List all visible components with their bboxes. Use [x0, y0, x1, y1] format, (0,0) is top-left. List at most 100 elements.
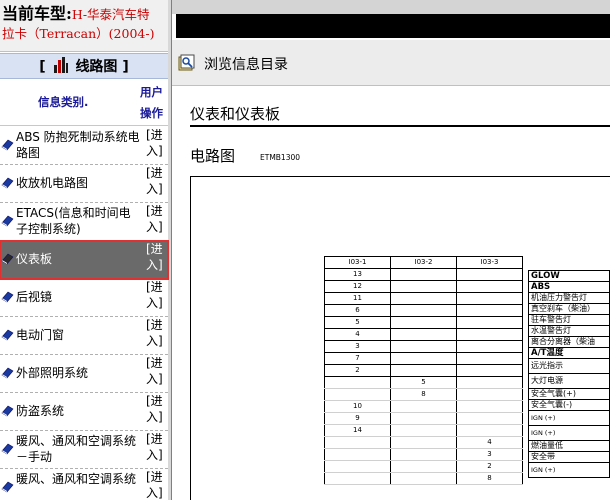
category-item[interactable]: 收放机电路图 [进 入] [0, 165, 168, 203]
connector-pin-cell: 10 [324, 400, 391, 413]
connector-row: 8 [324, 472, 523, 485]
category-item[interactable]: ETACS(信息和时间电子控制系统) [进 入] [0, 203, 168, 241]
connector-pin-cell [324, 436, 391, 449]
category-item-label[interactable]: 后视镜 [16, 290, 142, 306]
category-item-label[interactable]: 仪表板 [16, 252, 142, 268]
signal-label: IGN (+) [528, 425, 610, 441]
current-model-value-line2: 拉卡（Terracan）(2004-) [2, 26, 155, 41]
browse-toolbar: 浏览信息目录 [172, 40, 610, 86]
connector-pin-cell [390, 472, 457, 485]
book-icon [1, 291, 14, 303]
connector-row: 3 [324, 448, 523, 461]
enter-link-line1: [进 [146, 242, 163, 256]
browse-catalog-label[interactable]: 浏览信息目录 [204, 54, 288, 74]
connector-pin-cell: 4 [324, 328, 391, 341]
connector-header: I03-2 [390, 256, 457, 269]
connector-row: 8 [324, 388, 523, 401]
connector-row: 6 [324, 304, 523, 317]
category-item[interactable]: 暖风、通风和空调系统 [进 入] [0, 469, 168, 500]
signal-label: 驻车警告灯 [528, 314, 610, 326]
connector-pin-cell [456, 316, 523, 329]
connector-pin-cell: 5 [324, 316, 391, 329]
connector-pin-cell: 6 [324, 304, 391, 317]
connector-pin-cell [324, 472, 391, 485]
list-column-headers: 信息类别. 用户 操作 [0, 80, 168, 126]
connector-pin-cell [456, 388, 523, 401]
connector-pin-cell [390, 448, 457, 461]
category-item[interactable]: ABS 防抱死制动系统电路图 [进 入] [0, 127, 168, 165]
signal-label: 远光指示 [528, 358, 610, 374]
signal-label: 真空刹车（柴油） [528, 303, 610, 315]
enter-link[interactable]: [进 入] [146, 242, 166, 273]
enter-link[interactable]: [进 入] [146, 318, 166, 349]
enter-link-line2: 入] [146, 295, 163, 310]
connector-pin-cell [390, 436, 457, 449]
signal-row: IGN (+) [528, 462, 610, 478]
category-item[interactable]: 后视镜 [进 入] [0, 279, 168, 317]
category-item[interactable]: 电动门窗 [进 入] [0, 317, 168, 355]
enter-link-line1: [进 [146, 166, 163, 180]
connector-row: 9 [324, 412, 523, 425]
signal-row: 机油压力警告灯 [528, 292, 610, 304]
category-item[interactable]: 防盗系统 [进 入] [0, 393, 168, 431]
section-bracket-close: ] [122, 59, 129, 75]
category-item-label[interactable]: 防盗系统 [16, 404, 142, 420]
connector-pin-cell [390, 400, 457, 413]
book-icon [1, 481, 14, 493]
connector-pin-cell [390, 328, 457, 341]
signal-label: 安全气囊(+) [528, 388, 610, 400]
connector-pin-cell [390, 316, 457, 329]
signal-row: 安全带 [528, 451, 610, 463]
content-top-strip [172, 0, 610, 14]
enter-link[interactable]: [进 入] [146, 128, 166, 159]
connector-pin-cell [456, 424, 523, 437]
connector-pin-cell [324, 376, 391, 389]
connector-pin-cell [456, 364, 523, 377]
connector-row: 12 [324, 280, 523, 293]
category-item[interactable]: 外部照明系统 [进 入] [0, 355, 168, 393]
browse-catalog-icon[interactable] [178, 54, 196, 72]
document-title: 仪表和仪表板 [190, 105, 281, 123]
connector-pin-cell: 8 [390, 388, 457, 401]
content-pane: 浏览信息目录 仪表和仪表板 电路图 ETMB1300 I03-1 I03-2 I03… [172, 0, 610, 500]
enter-link[interactable]: [进 入] [146, 394, 166, 425]
category-item[interactable]: 仪表板 [进 入] [0, 240, 169, 280]
connector-row: 4 [324, 328, 523, 341]
connector-pin-cell: 2 [324, 364, 391, 377]
category-list: ABS 防抱死制动系统电路图 [进 入] 收放机电路图 [进 入] ETACS(信息和时间电… [0, 127, 169, 500]
connector-pin-cell [390, 280, 457, 293]
category-item-label[interactable]: ETACS(信息和时间电子控制系统) [16, 206, 142, 237]
diagram-code: ETMB1300 [260, 153, 301, 162]
enter-link[interactable]: [进 入] [146, 280, 166, 311]
category-item-label[interactable]: 暖风、通风和空调系统－手动 [16, 434, 142, 465]
category-item[interactable]: 暖风、通风和空调系统－手动 [进 入] [0, 431, 168, 469]
connector-row: 5 [324, 376, 523, 389]
connector-pin-cell [390, 352, 457, 365]
signal-label: 安全气囊(-) [528, 399, 610, 411]
connector-pin-cell [390, 304, 457, 317]
book-icon [1, 443, 14, 455]
connector-pin-cell: 12 [324, 280, 391, 293]
category-item-label[interactable]: 外部照明系统 [16, 366, 142, 382]
enter-link[interactable]: [进 入] [146, 204, 166, 235]
enter-link-line1: [进 [146, 470, 163, 484]
connector-pin-cell [390, 364, 457, 377]
connector-row: 3 [324, 340, 523, 353]
enter-link[interactable]: [进 入] [146, 432, 166, 463]
enter-link[interactable]: [进 入] [146, 166, 166, 197]
category-item-label[interactable]: ABS 防抱死制动系统电路图 [16, 130, 142, 161]
signal-row: A/T温度 [528, 347, 610, 359]
document-view[interactable]: 仪表和仪表板 电路图 ETMB1300 I03-1 I03-2 I03-3 13 12… [180, 87, 610, 500]
category-item-label[interactable]: 暖风、通风和空调系统 [16, 472, 142, 488]
enter-link[interactable]: [进 入] [146, 470, 166, 500]
category-item-label[interactable]: 收放机电路图 [16, 176, 142, 192]
connector-pin-cell [456, 400, 523, 413]
enter-link-line1: [进 [146, 280, 163, 294]
enter-link-line2: 入] [146, 447, 163, 462]
bar-chart-icon [53, 57, 68, 73]
category-item-label[interactable]: 电动门窗 [16, 328, 142, 344]
book-icon [1, 177, 14, 189]
connector-pin-cell: 7 [324, 352, 391, 365]
enter-link[interactable]: [进 入] [146, 356, 166, 387]
enter-link-line2: 入] [146, 485, 163, 500]
